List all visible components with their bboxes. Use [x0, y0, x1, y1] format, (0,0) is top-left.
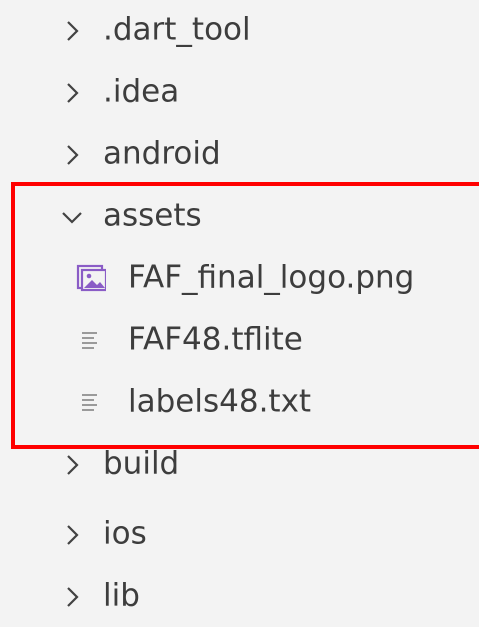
tree-item-label: FAF48.tflite [128, 321, 303, 358]
tree-item-idea[interactable]: .idea [0, 61, 479, 123]
tree-item-dart-tool[interactable]: .dart_tool [0, 0, 479, 61]
chevron-down-icon[interactable] [58, 203, 86, 231]
text-file-icon [76, 324, 106, 354]
tree-item-label: .dart_tool [103, 11, 251, 48]
tree-item-label: FAF_final_logo.png [128, 259, 415, 296]
file-explorer-tree: .dart_tool .idea android assets FAF_fina… [0, 0, 479, 611]
chevron-right-icon[interactable] [58, 521, 86, 549]
tree-item-faf-final-logo-png[interactable]: FAF_final_logo.png [0, 247, 479, 309]
tree-item-faf48-tflite[interactable]: FAF48.tflite [0, 309, 479, 371]
chevron-right-icon[interactable] [58, 17, 86, 45]
tree-item-label: lib [103, 577, 140, 614]
tree-item-labels48-txt[interactable]: labels48.txt [0, 371, 479, 433]
text-file-icon [76, 386, 106, 416]
tree-item-label: android [103, 135, 221, 172]
chevron-right-icon[interactable] [58, 583, 86, 611]
tree-item-android[interactable]: android [0, 123, 479, 185]
tree-item-lib[interactable]: lib [0, 565, 479, 627]
tree-item-label: labels48.txt [128, 383, 312, 420]
tree-item-label: assets [103, 197, 202, 234]
tree-item-label: build [103, 445, 180, 482]
chevron-right-icon[interactable] [58, 141, 86, 169]
tree-item-label: .idea [103, 73, 180, 110]
tree-item-build[interactable]: build [0, 433, 479, 495]
chevron-right-icon[interactable] [58, 79, 86, 107]
image-file-icon [76, 262, 106, 292]
tree-item-assets[interactable]: assets [0, 185, 479, 247]
chevron-right-icon[interactable] [58, 451, 86, 479]
tree-item-label: ios [103, 515, 147, 552]
tree-item-ios[interactable]: ios [0, 503, 479, 565]
